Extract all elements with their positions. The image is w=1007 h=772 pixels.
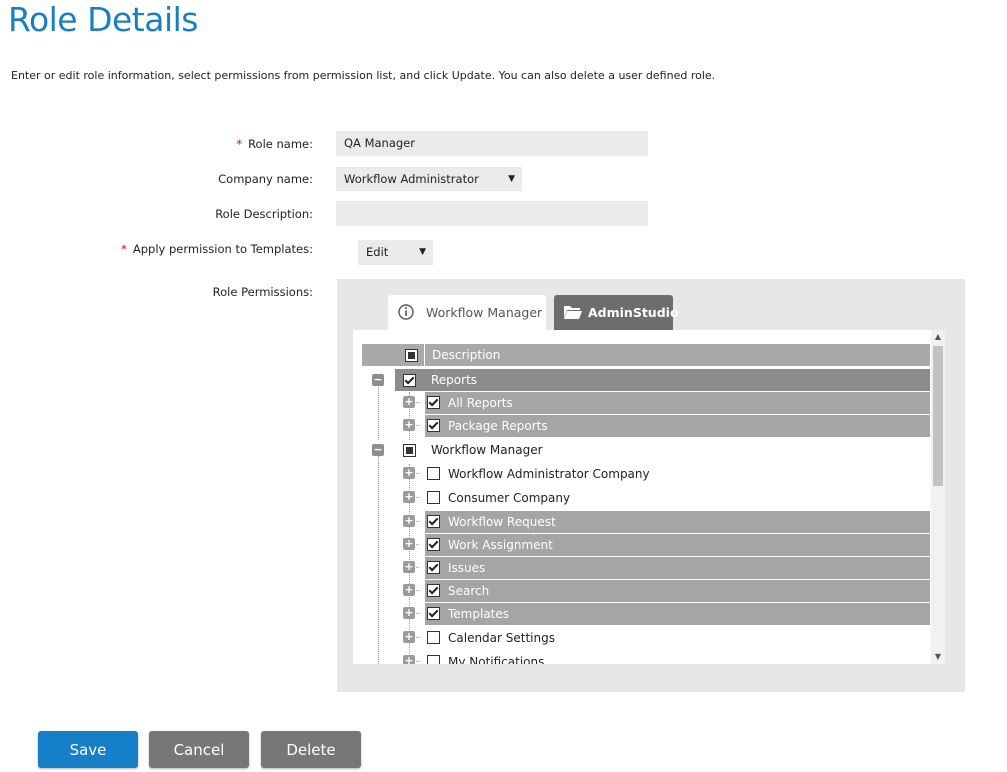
tree-checkbox[interactable] xyxy=(427,561,440,574)
tree-row: + Consumer Company xyxy=(353,487,931,509)
expand-icon[interactable]: + xyxy=(403,631,415,643)
collapse-icon[interactable]: − xyxy=(372,374,384,386)
tree-item-label: Workflow Administrator Company xyxy=(448,467,650,481)
role-name-input[interactable]: QA Manager xyxy=(336,131,648,156)
tree-checkbox[interactable] xyxy=(427,467,440,480)
expand-icon[interactable]: + xyxy=(403,467,415,479)
permissions-tree: Description − Reports + All Reports + Pa… xyxy=(353,330,945,664)
tab-workflow-manager[interactable]: Workflow Manager xyxy=(388,295,546,330)
tree-row: + Search xyxy=(353,580,931,602)
tree-row: + Workflow Administrator Company xyxy=(353,463,931,485)
tree-checkbox[interactable] xyxy=(427,607,440,620)
tree-row: + Package Reports xyxy=(353,415,931,437)
expand-icon[interactable]: + xyxy=(403,538,415,550)
page-intro: Enter or edit role information, select p… xyxy=(11,69,716,82)
apply-permission-value: Edit xyxy=(366,245,389,259)
tree-scrollbar[interactable]: ▲ ▼ xyxy=(931,330,945,664)
tree-item-label: My Notifications xyxy=(448,655,545,664)
tree-item-label: Issues xyxy=(448,561,486,575)
page-title: Role Details xyxy=(8,0,199,39)
chevron-down-icon: ▼ xyxy=(419,247,426,257)
tree-checkbox[interactable] xyxy=(403,374,416,387)
tree-checkbox[interactable] xyxy=(427,655,440,664)
required-mark: * xyxy=(121,242,127,256)
tree-row: + Workflow Request xyxy=(353,511,931,533)
tree-item-label: All Reports xyxy=(448,396,513,410)
tree-group-row: − Workflow Manager xyxy=(353,439,931,461)
tree-item-label: Search xyxy=(448,584,490,598)
tree-checkbox[interactable] xyxy=(427,515,440,528)
tree-row: + My Notifications xyxy=(353,651,931,664)
select-all-checkbox[interactable] xyxy=(405,349,418,362)
tree-checkbox[interactable] xyxy=(427,491,440,504)
scroll-down-icon[interactable]: ▼ xyxy=(931,650,945,664)
tree-checkbox[interactable] xyxy=(403,444,416,457)
tree-checkbox[interactable] xyxy=(427,584,440,597)
delete-button[interactable]: Delete xyxy=(261,731,361,768)
role-description-input[interactable] xyxy=(336,201,648,226)
tab-label: Workflow Manager xyxy=(426,305,543,320)
tree-checkbox[interactable] xyxy=(427,538,440,551)
tree-checkbox[interactable] xyxy=(427,396,440,409)
tree-row: + Templates xyxy=(353,603,931,625)
tree-row: + Work Assignment xyxy=(353,534,931,556)
expand-icon[interactable]: + xyxy=(403,491,415,503)
collapse-icon[interactable]: − xyxy=(372,444,384,456)
role-description-label: Role Description: xyxy=(215,207,313,221)
company-name-value: Workflow Administrator xyxy=(344,172,479,186)
company-name-label: Company name: xyxy=(218,172,313,186)
expand-icon[interactable]: + xyxy=(403,419,415,431)
required-mark: * xyxy=(236,137,243,151)
apply-permission-select[interactable]: Edit ▼ xyxy=(358,240,433,265)
scroll-up-icon[interactable]: ▲ xyxy=(931,330,945,344)
expand-icon[interactable]: + xyxy=(403,561,415,573)
tree-row: + Issues xyxy=(353,557,931,579)
tree-checkbox[interactable] xyxy=(427,631,440,644)
tab-label: AdminStudio xyxy=(588,305,679,320)
tree-row: + All Reports xyxy=(353,392,931,414)
tree-item-label: Consumer Company xyxy=(448,491,571,505)
role-permissions-label: Role Permissions: xyxy=(212,285,313,299)
tree-header: Description xyxy=(362,344,930,366)
apply-permission-label: * Apply permission to Templates: xyxy=(121,242,313,256)
description-column-header: Description xyxy=(432,348,501,362)
permissions-panel: Workflow Manager AdminStudio Description… xyxy=(337,279,965,692)
expand-icon[interactable]: + xyxy=(403,607,415,619)
expand-icon[interactable]: + xyxy=(403,396,415,408)
tree-item-label: Calendar Settings xyxy=(448,631,555,645)
tree-group-row: − Reports xyxy=(353,369,931,391)
tree-checkbox[interactable] xyxy=(427,419,440,432)
expand-icon[interactable]: + xyxy=(403,584,415,596)
tree-item-label: Workflow Request xyxy=(448,515,556,529)
tree-item-label: Templates xyxy=(448,607,510,621)
expand-icon[interactable]: + xyxy=(403,515,415,527)
chevron-down-icon: ▼ xyxy=(508,174,515,184)
tab-adminstudio[interactable]: AdminStudio xyxy=(554,295,679,330)
save-button[interactable]: Save xyxy=(38,731,138,768)
cancel-button[interactable]: Cancel xyxy=(149,731,249,768)
company-name-select[interactable]: Workflow Administrator ▼ xyxy=(336,167,522,191)
tree-group-label: Workflow Manager xyxy=(431,443,543,457)
role-name-label: * Role name: xyxy=(236,137,313,151)
expand-icon[interactable]: + xyxy=(403,655,415,664)
tree-row: + Calendar Settings xyxy=(353,627,931,649)
tree-group-label: Reports xyxy=(431,373,478,387)
tree-item-label: Work Assignment xyxy=(448,538,553,552)
scrollbar-thumb[interactable] xyxy=(933,346,943,486)
tree-item-label: Package Reports xyxy=(448,419,548,433)
